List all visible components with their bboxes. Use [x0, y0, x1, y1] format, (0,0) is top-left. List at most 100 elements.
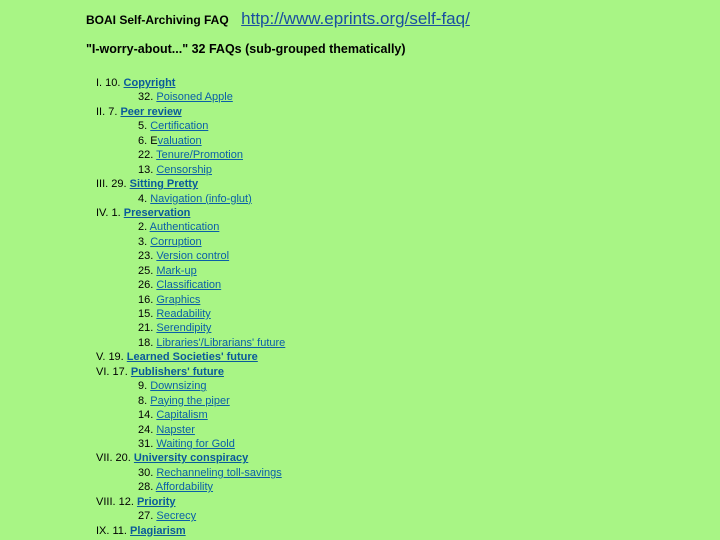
faq-sub-item: 32. Poisoned Apple — [96, 90, 285, 104]
faq-link[interactable]: Publishers' future — [131, 366, 224, 378]
faq-link[interactable]: Readability — [156, 308, 210, 320]
faq-sub-item: 13. Censorship — [96, 163, 285, 177]
faq-sub-item: 6. Evaluation — [96, 134, 285, 148]
faq-sub-item: 3. Corruption — [96, 235, 285, 249]
faq-link[interactable]: Affordability — [156, 481, 213, 493]
item-number: 8. — [138, 394, 151, 407]
faq-sub-item: 21. Serendipity — [96, 321, 285, 335]
faq-link[interactable]: Censorship — [156, 164, 212, 176]
item-number: 23. — [138, 250, 157, 263]
faq-sub-item: 9. Downsizing — [96, 379, 285, 393]
item-number: 14. — [138, 409, 157, 422]
faq-sub-item: 2. Authentication — [96, 220, 285, 234]
item-number: 5. — [138, 120, 151, 133]
faq-link[interactable]: Tenure/Promotion — [156, 149, 243, 161]
faq-link[interactable]: Poisoned Apple — [156, 91, 232, 103]
item-number: 30. — [138, 466, 157, 479]
item-number: 16. — [138, 293, 157, 306]
faq-link[interactable]: Napster — [156, 424, 195, 436]
faq-group-item: V. 19. Learned Societies' future — [96, 350, 285, 364]
faq-link[interactable]: Corruption — [150, 236, 201, 248]
faq-sub-item: 27. Secrecy — [96, 509, 285, 523]
faq-link[interactable]: Mark-up — [156, 265, 196, 277]
subtitle: "I-worry-about..." 32 FAQs (sub-grouped … — [86, 42, 406, 56]
faq-link[interactable]: Plagiarism — [130, 525, 186, 537]
faq-link[interactable]: Certification — [150, 120, 208, 132]
faq-sub-item: 22. Tenure/Promotion — [96, 148, 285, 162]
header: BOAI Self-Archiving FAQ http://www.eprin… — [86, 9, 470, 29]
faq-sub-item: 23. Version control — [96, 249, 285, 263]
faq-sub-item: 25. Mark-up — [96, 264, 285, 278]
faq-link[interactable]: Authentication — [150, 221, 220, 233]
faq-sub-item: 18. Libraries'/Librarians' future — [96, 336, 285, 350]
faq-link[interactable]: Navigation (info-glut) — [150, 193, 252, 205]
faq-sub-item: 30. Rechanneling toll-savings — [96, 466, 285, 480]
item-number: VIII. 12. — [96, 495, 137, 508]
faq-link[interactable]: Paying the piper — [150, 395, 230, 407]
faq-list: I. 10. Copyright 32. Poisoned Apple II. 7.… — [96, 76, 285, 538]
item-number: 28. — [138, 481, 156, 494]
faq-sub-item: 4. Navigation (info-glut) — [96, 192, 285, 206]
item-number: I. 10. — [96, 77, 124, 89]
item-number: 21. — [138, 322, 157, 335]
item-number: V. 19. — [96, 351, 127, 364]
faq-link[interactable]: Version control — [156, 250, 229, 262]
faq-url-link[interactable]: http://www.eprints.org/self-faq/ — [241, 9, 470, 28]
faq-link[interactable]: Learned Societies' future — [127, 351, 258, 363]
faq-group-item: II. 7. Peer review — [96, 105, 285, 119]
faq-group-item: VI. 17. Publishers' future — [96, 365, 285, 379]
faq-sub-item: 15. Readability — [96, 307, 285, 321]
faq-group-item: IV. 1. Preservation — [96, 206, 285, 220]
page-title: BOAI Self-Archiving FAQ — [86, 13, 229, 27]
item-number: 24. — [138, 423, 157, 436]
faq-sub-item: 8. Paying the piper — [96, 394, 285, 408]
faq-link[interactable]: Rechanneling toll-savings — [156, 467, 281, 479]
item-number: VI. 17. — [96, 365, 131, 378]
item-number: 26. — [138, 279, 157, 292]
faq-link[interactable]: Peer review — [120, 106, 181, 118]
faq-group-item: VIII. 12. Priority — [96, 495, 285, 509]
item-number: 22. — [138, 149, 157, 162]
faq-group-item: I. 10. Copyright — [96, 76, 285, 90]
item-number: VII. 20. — [96, 452, 134, 465]
item-number: 3. — [138, 235, 151, 248]
faq-link[interactable]: Preservation — [124, 207, 191, 219]
faq-group-item: III. 29. Sitting Pretty — [96, 177, 285, 191]
faq-link[interactable]: Capitalism — [156, 409, 207, 421]
item-number: 31. — [138, 437, 157, 450]
faq-sub-item: 26. Classification — [96, 278, 285, 292]
item-number: II. 7. — [96, 105, 121, 118]
faq-link[interactable]: Downsizing — [150, 380, 206, 392]
item-number: 25. — [138, 264, 157, 277]
faq-link[interactable]: Classification — [156, 279, 221, 291]
faq-sub-item: 5. Certification — [96, 119, 285, 133]
item-number: 27. — [138, 510, 157, 523]
item-number: 4. — [138, 192, 151, 205]
item-number: 32. — [138, 91, 157, 104]
faq-link[interactable]: Secrecy — [156, 510, 196, 522]
item-number: 9. — [138, 380, 151, 393]
faq-link[interactable]: Sitting Pretty — [130, 178, 198, 190]
item-number: 6. E — [138, 134, 158, 147]
faq-link[interactable]: University conspiracy — [134, 452, 248, 464]
faq-sub-item: 14. Capitalism — [96, 408, 285, 422]
faq-sub-item: 31. Waiting for Gold — [96, 437, 285, 451]
faq-sub-item: 28. Affordability — [96, 480, 285, 494]
faq-link[interactable]: Libraries'/Librarians' future — [156, 337, 285, 349]
faq-sub-item: 16. Graphics — [96, 293, 285, 307]
faq-group-item: VII. 20. University conspiracy — [96, 451, 285, 465]
faq-sub-item: 24. Napster — [96, 423, 285, 437]
item-number: III. 29. — [96, 178, 130, 191]
item-number: 18. — [138, 336, 157, 349]
item-number: 15. — [138, 308, 157, 320]
item-number: 13. — [138, 163, 157, 176]
item-number: IX. 11. — [96, 524, 131, 537]
faq-link[interactable]: Serendipity — [156, 322, 211, 334]
faq-link[interactable]: Priority — [137, 496, 176, 508]
item-number: 2. — [138, 221, 150, 234]
faq-link[interactable]: Graphics — [156, 294, 200, 306]
item-number: IV. 1. — [96, 206, 124, 219]
faq-link[interactable]: Waiting for Gold — [156, 438, 234, 450]
faq-link[interactable]: Copyright — [124, 77, 176, 89]
faq-link[interactable]: valuation — [158, 135, 202, 147]
